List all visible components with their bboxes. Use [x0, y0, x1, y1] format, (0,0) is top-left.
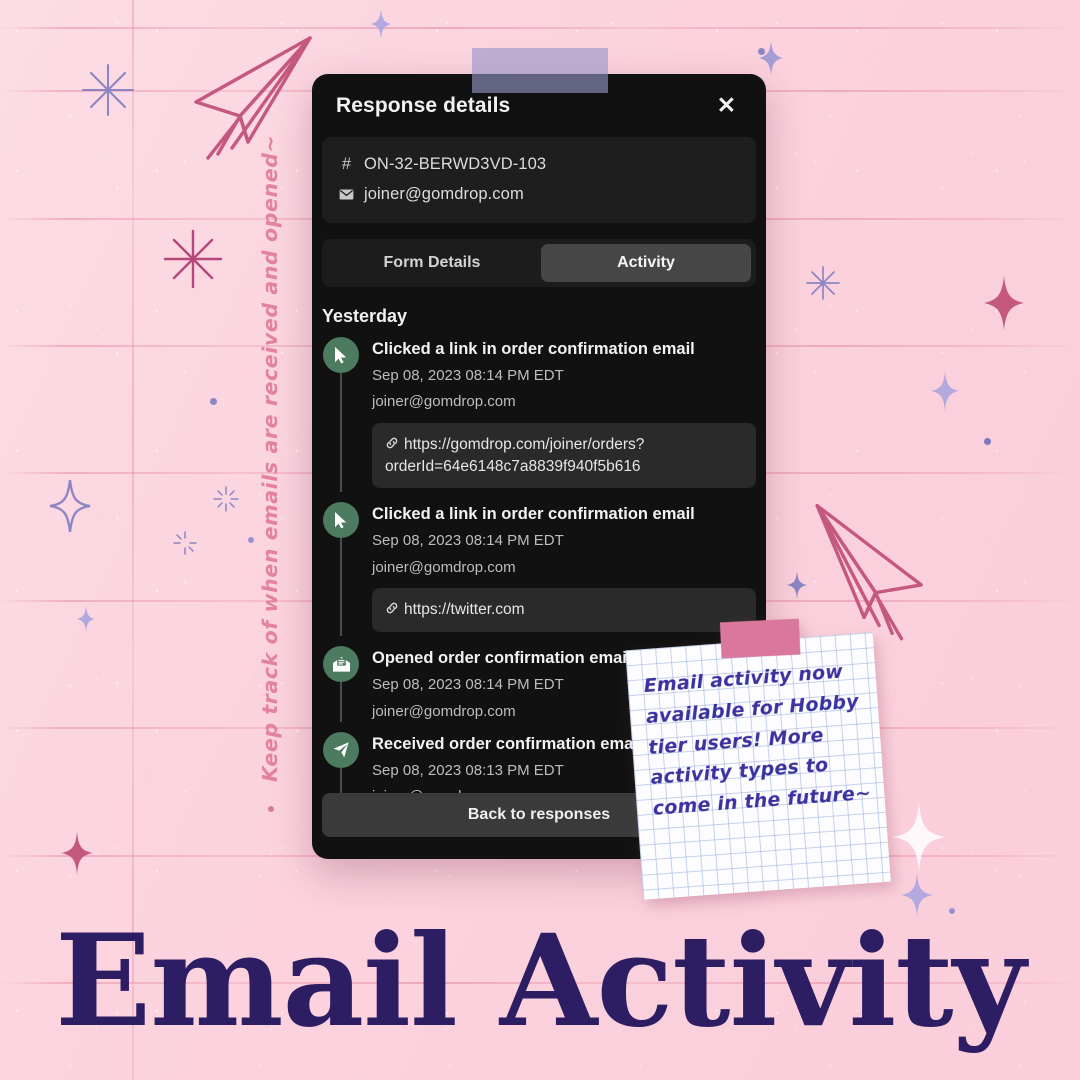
sparkle-diamond-icon	[984, 276, 1024, 330]
activity-link-url: https://twitter.com	[404, 600, 525, 618]
response-email-row: joiner@gomdrop.com	[338, 182, 740, 207]
paper-plane-icon	[323, 731, 359, 768]
timeline-connector	[340, 536, 342, 637]
activity-body: Clicked a link in order confirmation ema…	[372, 337, 756, 492]
activity-body: Clicked a link in order confirmation ema…	[372, 502, 756, 636]
sparkle-burst-icon	[163, 229, 223, 289]
sticky-note-text: Email activity now available for Hobby t…	[643, 660, 872, 820]
activity-email: joiner@gomdrop.com	[372, 393, 516, 411]
sparkle-diamond-icon	[49, 479, 91, 533]
response-meta-card: # ON-32-BERWD3VD-103 joiner@gomdrop.com	[322, 137, 756, 223]
activity-title: Clicked a link in order confirmation ema…	[372, 340, 695, 358]
activity-item: Clicked a link in order confirmation ema…	[322, 337, 756, 502]
tape-pink	[719, 618, 801, 659]
response-id-row: # ON-32-BERWD3VD-103	[338, 152, 740, 177]
timeline-rail	[322, 646, 360, 722]
page-title: Response details	[336, 93, 511, 117]
activity-link-chip[interactable]: https://gomdrop.com/joiner/orders?orderI…	[372, 422, 756, 489]
tape-lavender	[472, 48, 608, 93]
panel-tabs: Form Details Activity	[322, 239, 756, 287]
sparkle-burst-icon	[213, 486, 239, 512]
paper-plane-doodle-icon	[194, 36, 312, 160]
timeline-connector	[340, 680, 342, 722]
sparkle-diamond-icon	[61, 831, 93, 875]
timeline-rail	[322, 502, 360, 637]
poster-canvas: Keep track of when emails are received a…	[0, 0, 1080, 1080]
link-icon	[385, 435, 399, 456]
activity-item: Clicked a link in order confirmation ema…	[322, 502, 756, 646]
sparkle-diamond-icon	[787, 571, 807, 599]
paper-plane-doodle-icon	[815, 503, 923, 641]
cursor-click-icon	[323, 337, 359, 373]
activity-timestamp: Sep 08, 2023 08:14 PM EDT	[372, 367, 564, 385]
sparkle-diamond-icon	[371, 9, 391, 39]
sparkle-burst-icon	[81, 63, 135, 117]
envelope-icon	[338, 189, 355, 200]
sparkle-dot-icon	[210, 398, 217, 405]
close-icon[interactable]: ✕	[713, 92, 740, 119]
sparkle-diamond-icon	[892, 802, 946, 872]
response-id-value: ON-32-BERWD3VD-103	[364, 155, 547, 173]
activity-link-url: https://gomdrop.com/joiner/orders?orderI…	[385, 435, 645, 475]
timeline-rail	[322, 337, 360, 493]
response-email-value: joiner@gomdrop.com	[364, 185, 524, 203]
sparkle-dot-icon	[248, 537, 254, 543]
sparkle-diamond-icon	[77, 606, 95, 632]
activity-link-chip[interactable]: https://twitter.com	[372, 587, 756, 633]
activity-timestamp: Sep 08, 2023 08:14 PM EDT	[372, 532, 564, 550]
sparkle-burst-icon	[173, 531, 197, 555]
sparkle-dot-icon	[758, 48, 765, 55]
sparkle-burst-icon	[806, 266, 840, 300]
tab-form-details[interactable]: Form Details	[327, 244, 537, 282]
tab-activity[interactable]: Activity	[541, 244, 751, 282]
sparkle-dot-icon	[984, 438, 991, 445]
vertical-caption: Keep track of when emails are received a…	[258, 134, 282, 782]
sparkle-dot-icon	[268, 806, 274, 812]
sticky-note: Email activity now available for Hobby t…	[625, 618, 891, 900]
sparkle-diamond-icon	[759, 41, 783, 75]
timeline-connector	[340, 371, 342, 493]
poster-title: Email Activity	[55, 907, 1026, 1055]
activity-email: joiner@gomdrop.com	[372, 558, 516, 576]
hash-icon: #	[341, 155, 352, 173]
activity-title: Clicked a link in order confirmation ema…	[372, 505, 695, 524]
cursor-click-icon	[323, 502, 359, 539]
link-icon	[385, 600, 399, 621]
ruled-line-horizontal	[0, 27, 1080, 29]
open-envelope-icon	[323, 646, 359, 683]
sparkle-diamond-icon	[931, 371, 959, 411]
day-group-label: Yesterday	[322, 306, 408, 326]
